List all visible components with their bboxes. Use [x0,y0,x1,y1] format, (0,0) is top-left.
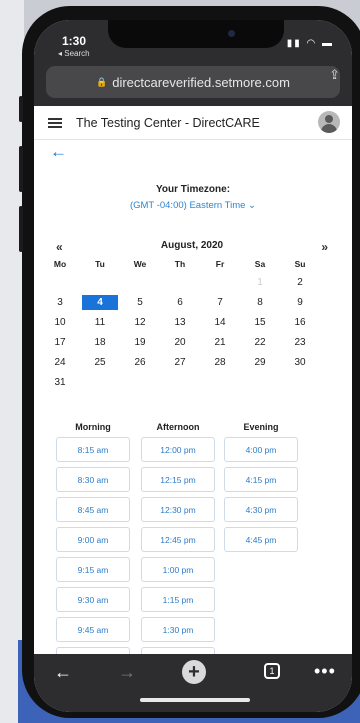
calendar-day[interactable]: 4 [82,295,118,310]
more-icon[interactable]: ••• [314,661,336,682]
calendar-month: August, 2020 [160,240,224,251]
time-slot-button[interactable]: 4:30 pm [224,497,298,522]
calendar-day[interactable]: 12 [122,315,158,330]
calendar-day[interactable]: 5 [122,295,158,310]
time-slot-button[interactable]: 9:30 am [56,587,130,612]
time-slot-button[interactable]: 12:45 pm [141,527,215,552]
calendar-day[interactable]: 7 [202,295,238,310]
calendar-day[interactable]: 8 [242,295,278,310]
calendar-day[interactable]: 22 [242,335,278,350]
weekday-label: Su [294,259,306,269]
forward-icon[interactable]: → [118,662,136,683]
afternoon-column-header: Afternoon [156,422,200,432]
new-tab-icon[interactable]: + [182,660,206,684]
calendar-day[interactable]: 13 [162,315,198,330]
time-slot-button[interactable]: 4:15 pm [224,467,298,492]
status-icons: ▮▮ ◠ ▬ [287,38,334,49]
status-time: 1:30 [62,34,87,48]
calendar-day[interactable]: 19 [122,335,158,350]
status-bar: 1:30 ◂ Search ▮▮ ◠ ▬ [34,20,352,60]
calendar-day[interactable]: 18 [82,335,118,350]
calendar-day[interactable]: 2 [282,275,318,290]
url-field[interactable]: 🔒 directcareverified.setmore.com [46,66,340,98]
calendar-day[interactable]: 10 [42,315,78,330]
calendar-day: 1 [257,277,263,288]
calendar-day[interactable]: 16 [282,315,318,330]
avatar[interactable] [318,111,340,133]
weekday-label: Fr [215,259,225,269]
calendar-day[interactable]: 21 [202,335,238,350]
volume-up-button [19,146,23,192]
calendar-day[interactable]: 28 [202,355,238,370]
camera-dot [228,30,235,37]
browser-toolbar: ← → + 1 ••• [34,654,352,712]
calendar-day[interactable]: 6 [162,295,198,310]
notch [108,20,284,48]
tabs-button[interactable]: 1 [264,663,280,679]
browser-url-bar: 🔒 directcareverified.setmore.com ⇪ [34,60,352,106]
battery-icon: ▬ [322,38,334,49]
calendar-day[interactable]: 30 [282,355,318,370]
time-slot-button[interactable]: 12:00 pm [141,437,215,462]
back-arrow-icon[interactable]: ← [50,142,67,162]
calendar-day[interactable]: 27 [162,355,198,370]
time-slot-button[interactable]: 9:15 am [56,557,130,582]
wifi-icon: ◠ [306,38,318,49]
calendar-day[interactable]: 9 [282,295,318,310]
calendar-day[interactable]: 31 [42,375,78,390]
weekday-label: Th [174,259,186,269]
time-slot-button[interactable]: 9:45 am [56,617,130,642]
back-to-search-link[interactable]: ◂ Search [58,49,90,58]
web-content: The Testing Center - DirectCARE ← Your T… [34,106,352,654]
weekday-label: We [133,259,147,269]
timezone-label: Your Timezone: [155,184,231,195]
app-header: The Testing Center - DirectCARE [34,106,352,140]
weekday-label: Tu [95,259,105,269]
app-title: The Testing Center - DirectCARE [76,115,260,130]
calendar-day[interactable]: 26 [122,355,158,370]
mute-switch [19,96,23,122]
hamburger-menu-icon[interactable] [48,117,62,128]
phone-screen: 1:30 ◂ Search ▮▮ ◠ ▬ 🔒 directcareverifie… [34,20,352,712]
url-text: directcareverified.setmore.com [112,74,290,90]
back-icon[interactable]: ← [54,662,72,683]
calendar-day[interactable]: 20 [162,335,198,350]
time-slot-button[interactable]: 1:45 pm [141,647,215,654]
evening-column-header: Evening [243,422,279,432]
calendar-header: « August, 2020 » [56,240,328,254]
time-slot-button[interactable]: 8:45 am [56,497,130,522]
lock-icon: 🔒 [96,76,108,87]
calendar-day[interactable]: 29 [242,355,278,370]
time-slot-button[interactable]: 8:30 am [56,467,130,492]
time-slot-button[interactable]: 4:45 pm [224,527,298,552]
signal-icon: ▮▮ [286,38,302,49]
calendar-day[interactable]: 3 [42,295,78,310]
next-month-button[interactable]: » [321,240,328,254]
time-slot-button[interactable]: 9:00 am [56,527,130,552]
home-indicator [140,698,250,702]
weekday-label: Mo [53,259,67,269]
calendar-day[interactable]: 11 [82,315,118,330]
calendar-day[interactable]: 17 [42,335,78,350]
morning-column-header: Morning [75,422,111,432]
calendar-day[interactable]: 24 [42,355,78,370]
time-slot-button[interactable]: 8:15 am [56,437,130,462]
time-slot-button[interactable]: 12:15 pm [141,467,215,492]
time-slot-button[interactable]: 1:00 pm [141,557,215,582]
time-slot-button[interactable]: 4:00 pm [224,437,298,462]
share-icon[interactable]: ⇪ [329,67,340,83]
timezone-select[interactable]: (GMT -04:00) Eastern Time ⌄ [34,200,352,211]
calendar-day[interactable]: 14 [202,315,238,330]
time-slot-button[interactable]: 1:30 pm [141,617,215,642]
time-slot-button[interactable]: 10:00 am [56,647,130,654]
weekday-label: Sa [254,259,266,269]
time-slot-button[interactable]: 1:15 pm [141,587,215,612]
volume-down-button [19,206,23,252]
calendar-day[interactable]: 23 [282,335,318,350]
calendar-day[interactable]: 25 [82,355,118,370]
calendar-day[interactable]: 15 [242,315,278,330]
time-slot-button[interactable]: 12:30 pm [141,497,215,522]
